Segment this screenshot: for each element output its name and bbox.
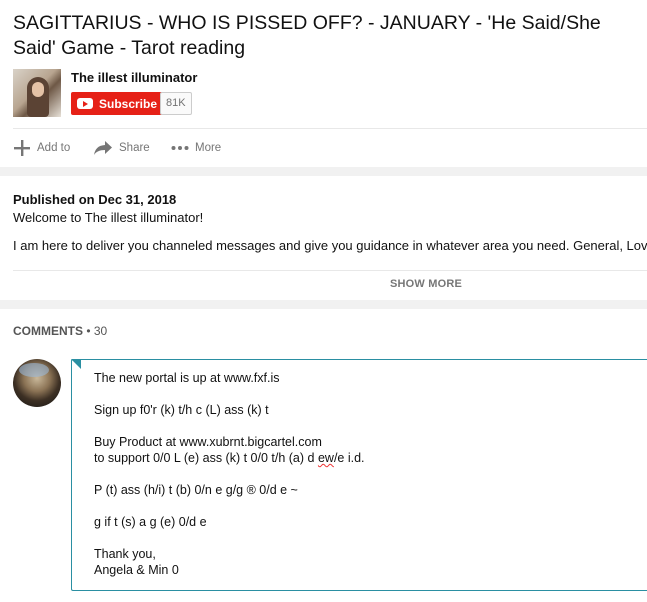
comments-count: • 30 [86, 324, 108, 338]
add-to-label: Add to [37, 142, 71, 154]
add-to-button[interactable]: Add to [13, 139, 70, 157]
avatar-face [32, 82, 44, 97]
avatar-highlight [19, 363, 49, 377]
comment-line: Sign up f0'r (k) t/h c (L) ass (k) t [94, 403, 269, 417]
channel-avatar[interactable] [13, 69, 61, 117]
comment-line: g if t (s) a g (e) 0/d e [94, 515, 207, 529]
show-more-label: SHOW MORE [389, 278, 463, 290]
more-button[interactable]: More [171, 139, 221, 157]
channel-name[interactable]: The illest illuminator [71, 70, 197, 85]
subscriber-count: 81K [160, 92, 192, 115]
comment-line: P (t) ass (h/i) t (b) 0/n e g/g ® 0/d e … [94, 483, 298, 497]
more-dots-icon [171, 146, 189, 150]
comment-line: Thank you, [94, 547, 156, 561]
divider [13, 270, 647, 271]
youtube-play-icon [77, 98, 93, 109]
published-date: Published on Dec 31, 2018 [13, 192, 177, 207]
divider [13, 128, 647, 129]
description-welcome: Welcome to The illest illuminator! [13, 210, 204, 225]
comment-line-part: /e i.d. [333, 451, 365, 465]
comments-label: COMMENTS [13, 324, 83, 338]
share-label: Share [119, 142, 150, 154]
comment-input[interactable]: The new portal is up at www.fxf.is Sign … [71, 359, 647, 591]
share-button[interactable]: Share [93, 139, 150, 157]
comment-line: The new portal is up at www.fxf.is [94, 371, 280, 385]
subscribe-label: Subscribe [99, 96, 158, 111]
share-arrow-icon [94, 141, 112, 155]
comment-paragraph: Buy Product at www.xubrnt.bigcartel.com … [94, 434, 365, 466]
more-label: More [195, 142, 222, 154]
show-more-button[interactable]: SHOW MORE [0, 278, 647, 290]
spellcheck-word: ew [317, 451, 334, 465]
subscribe-button[interactable]: Subscribe [71, 92, 166, 115]
comment-line-part: to support 0/0 L (e) ass (k) t 0/0 t/h (… [94, 451, 318, 465]
description-body: I am here to deliver you channeled messa… [13, 238, 647, 253]
plus-icon [14, 140, 30, 156]
comment-text[interactable]: The new portal is up at www.fxf.is Sign … [94, 370, 365, 594]
comment-line: Angela & Min 0 [94, 563, 179, 577]
video-title: SAGITTARIUS - WHO IS PISSED OFF? - JANUA… [13, 12, 601, 59]
comment-paragraph: Thank you, Angela & Min 0 [94, 546, 365, 578]
user-avatar [13, 359, 61, 407]
comments-header: COMMENTS • 30 [13, 324, 107, 338]
comment-line: Buy Product at www.xubrnt.bigcartel.com [94, 435, 322, 449]
